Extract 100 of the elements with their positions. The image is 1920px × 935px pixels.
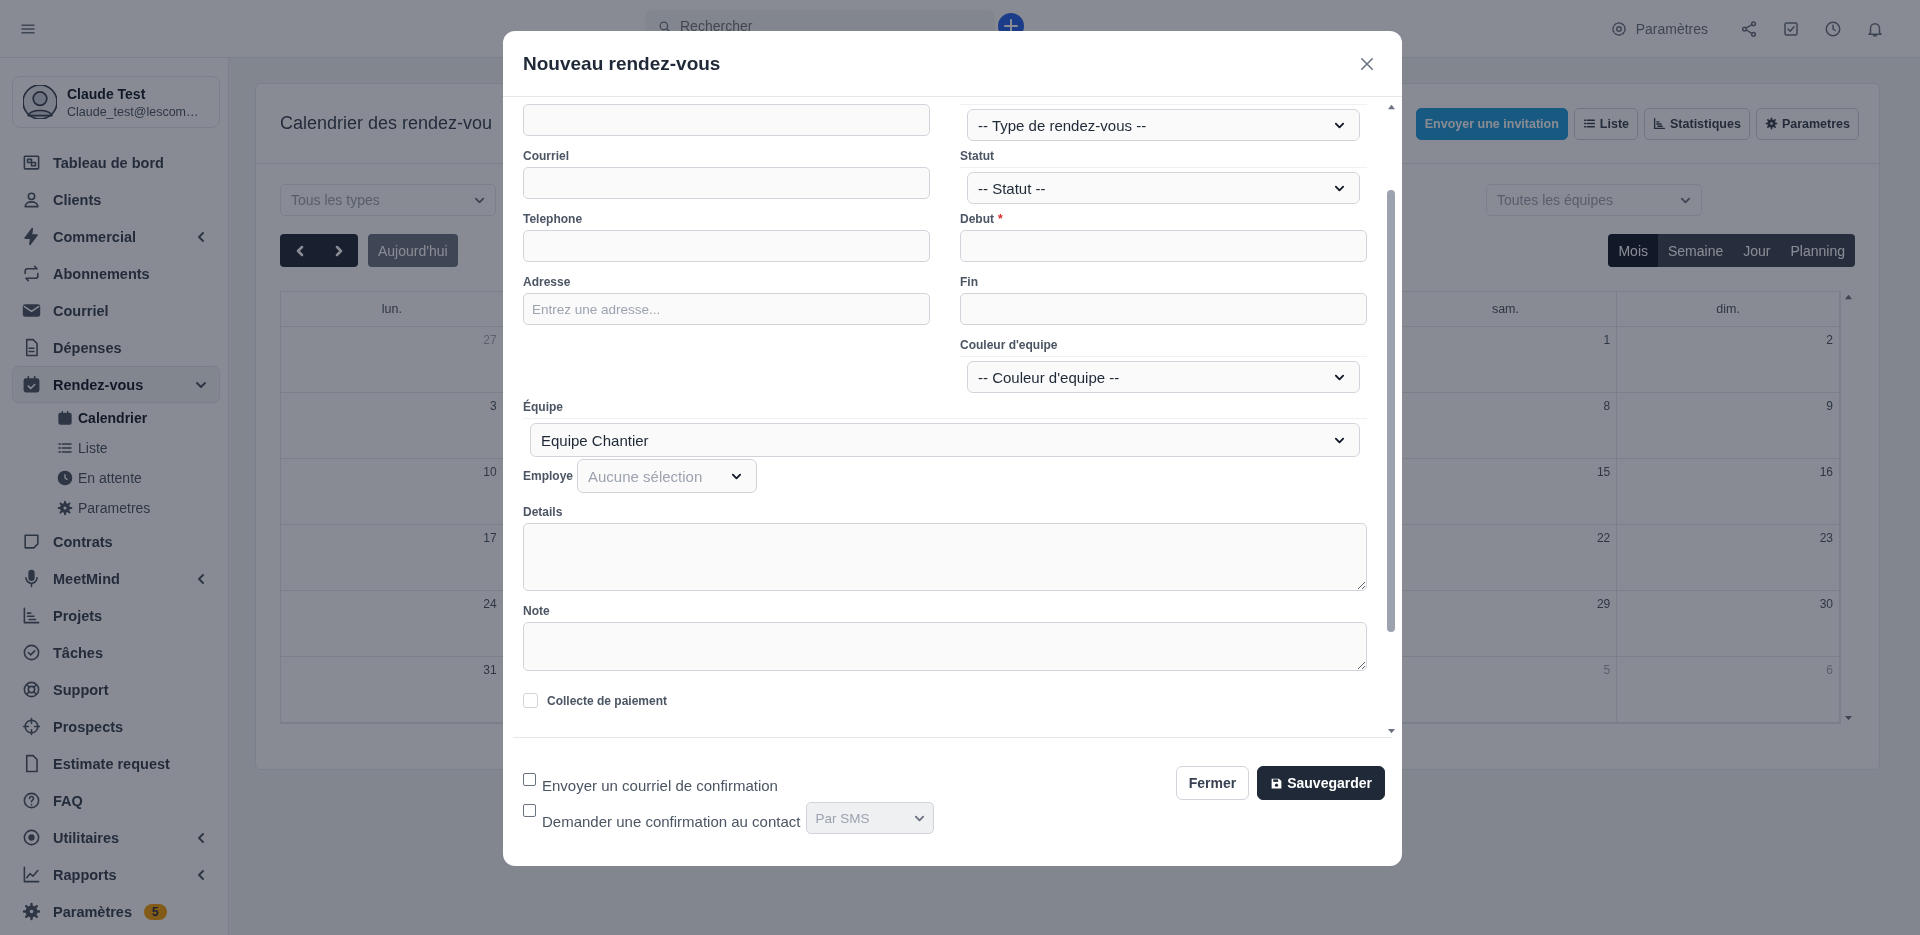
view-tab[interactable]: Planning: [1780, 234, 1855, 267]
day-number[interactable]: 23: [1819, 531, 1833, 545]
count-badge: 5: [144, 903, 167, 920]
sidebar-item[interactable]: Rapports: [12, 856, 220, 893]
day-number[interactable]: 15: [1596, 465, 1611, 479]
checkbox-label: Collecte de paiement: [547, 693, 668, 708]
weekday-header: lun.: [281, 292, 503, 327]
field-label: Employe: [523, 469, 573, 483]
dropdown[interactable]: -- Type de rendez-vous --: [967, 109, 1360, 141]
checkbox[interactable]: [523, 804, 536, 817]
day-number[interactable]: 24: [483, 597, 497, 611]
submenu-item[interactable]: Parametres: [12, 493, 220, 523]
close-button[interactable]: Fermer: [1175, 766, 1250, 800]
sidebar-item[interactable]: Support: [12, 671, 220, 708]
microphone-icon: [22, 569, 41, 588]
day-number[interactable]: 16: [1819, 465, 1833, 479]
calendar-check-icon: [22, 375, 41, 394]
text-field[interactable]: [523, 167, 930, 199]
sidebar-item[interactable]: Commercial: [12, 218, 220, 255]
view-tab[interactable]: Mois: [1608, 234, 1658, 267]
target-icon: [22, 828, 41, 847]
scroll-down-icon[interactable]: [1386, 728, 1396, 735]
sidebar-item[interactable]: Tâches: [12, 634, 220, 671]
sidebar-item[interactable]: Contrats: [12, 523, 220, 560]
dropdown[interactable]: Aucune sélection: [577, 459, 757, 493]
crosshair-icon: [22, 717, 41, 736]
field-label: Note: [523, 603, 550, 618]
action-button[interactable]: Statistiques: [1644, 107, 1750, 140]
list-icon: [1582, 117, 1596, 130]
sidebar-item[interactable]: Paramètres 5: [12, 893, 220, 930]
checkbox-label: Envoyer un courriel de confirmation: [542, 776, 778, 794]
day-number[interactable]: 2: [1826, 333, 1833, 347]
dashboard-icon: [22, 153, 41, 172]
day-number[interactable]: 3: [490, 399, 497, 413]
text-field[interactable]: Entrez une adresse...: [523, 293, 930, 325]
sidebar-item[interactable]: MeetMind: [12, 560, 220, 597]
sidebar-item[interactable]: FAQ: [12, 782, 220, 819]
sidebar-item[interactable]: Projets: [12, 597, 220, 634]
sidebar-item[interactable]: Utilitaires: [12, 819, 220, 856]
close-icon[interactable]: [1360, 56, 1374, 71]
bar-chart-icon: [1653, 117, 1667, 130]
day-number[interactable]: 30: [1819, 597, 1833, 611]
text-field[interactable]: [960, 293, 1367, 325]
bar-chart-icon: [22, 606, 41, 625]
scroll-up-icon[interactable]: [1386, 103, 1396, 110]
text-field[interactable]: [960, 230, 1367, 262]
gear-icon: [1764, 117, 1778, 130]
sidebar-item[interactable]: Estimate request: [12, 745, 220, 782]
day-number[interactable]: 1: [1603, 333, 1611, 347]
clock-icon[interactable]: [1824, 19, 1842, 38]
sidebar-item[interactable]: Abonnements: [12, 255, 220, 292]
day-number[interactable]: 22: [1596, 531, 1611, 545]
sidebar-item[interactable]: Rendez-vous: [12, 366, 220, 403]
action-button[interactable]: Parametres: [1755, 107, 1859, 140]
sidebar-item[interactable]: Prospects: [12, 708, 220, 745]
share-icon[interactable]: [1740, 19, 1758, 38]
field-label: Telephone: [523, 211, 583, 226]
day-number[interactable]: 31: [483, 663, 497, 677]
save-button[interactable]: Sauvegarder: [1257, 766, 1385, 800]
submenu-item[interactable]: En attente: [12, 463, 220, 493]
clock-icon: [57, 470, 73, 486]
note-icon: [22, 532, 41, 551]
text-field[interactable]: [523, 104, 930, 136]
scroll-down-icon[interactable]: [1843, 715, 1853, 722]
sidebar-item[interactable]: Dépenses: [12, 329, 220, 366]
view-tab[interactable]: Semaine: [1658, 234, 1734, 267]
day-number[interactable]: 29: [1596, 597, 1611, 611]
day-number[interactable]: 9: [1826, 399, 1833, 413]
submenu-item[interactable]: Liste: [12, 433, 220, 463]
checkbox[interactable]: [523, 773, 536, 786]
dropdown[interactable]: Equipe Chantier: [530, 423, 1360, 457]
scrollbar-thumb[interactable]: [1387, 190, 1395, 632]
user-icon: [22, 190, 41, 209]
field-label: Courriel: [523, 148, 569, 163]
dropdown: Par SMS: [806, 802, 935, 834]
dropdown[interactable]: -- Couleur d'equipe --: [967, 361, 1360, 393]
line-chart-icon: [22, 865, 41, 884]
view-tab[interactable]: Jour: [1733, 234, 1781, 267]
submenu-item[interactable]: Calendrier: [12, 403, 220, 433]
dropdown[interactable]: -- Statut --: [967, 172, 1360, 204]
field-label: Debut: [960, 211, 994, 226]
action-button[interactable]: Liste: [1573, 107, 1639, 140]
day-number[interactable]: 8: [1603, 399, 1611, 413]
scroll-up-icon[interactable]: [1843, 293, 1853, 300]
check-circle-icon: [22, 643, 41, 662]
repeat-icon: [22, 264, 41, 283]
sidebar-item[interactable]: Clients: [12, 181, 220, 218]
user-card[interactable]: Claude Test Claude_test@lescom…: [12, 76, 220, 128]
settings-link[interactable]: Paramètres: [1609, 19, 1708, 38]
check-square-icon[interactable]: [1782, 19, 1800, 38]
field-label: Details: [523, 504, 563, 519]
day-number[interactable]: 10: [483, 465, 497, 479]
envelope-icon: [22, 301, 41, 320]
day-number[interactable]: 17: [483, 531, 497, 545]
field-label: Couleur d'equipe: [960, 337, 1058, 352]
action-button[interactable]: Envoyer une invitation: [1415, 107, 1568, 140]
today-button[interactable]: Aujourd'hui: [368, 234, 458, 267]
sidebar-item[interactable]: Tableau de bord: [12, 144, 220, 181]
sidebar-item[interactable]: Courriel: [12, 292, 220, 329]
text-field[interactable]: [523, 230, 930, 262]
